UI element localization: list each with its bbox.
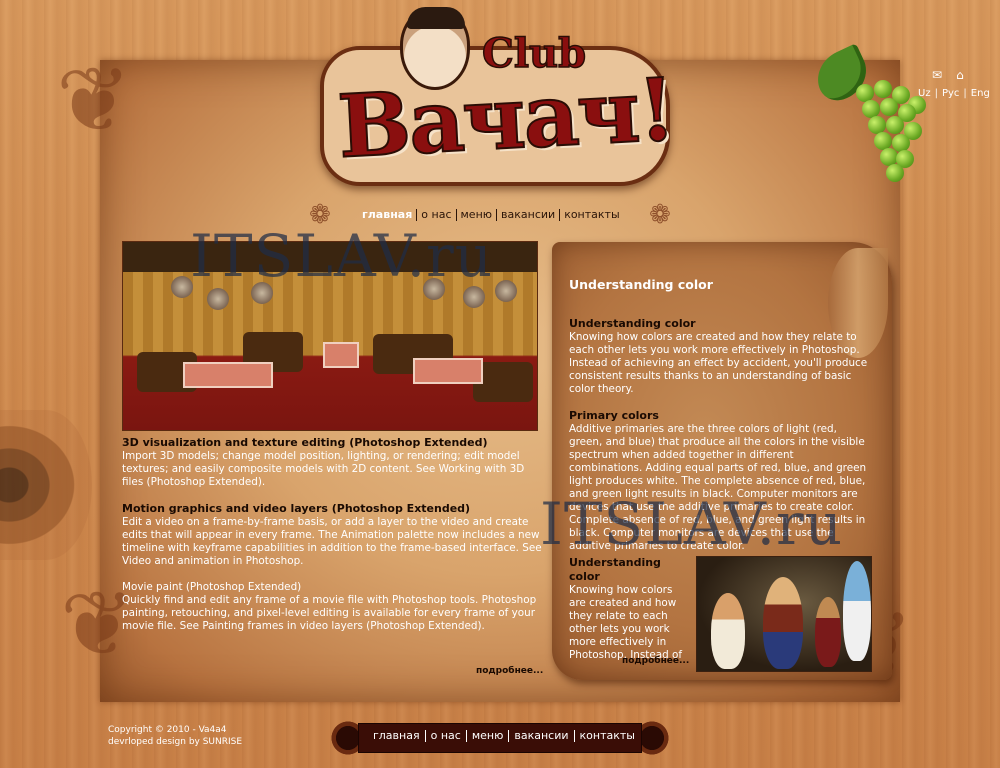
language-switcher: Uz | Рус | Eng	[918, 88, 990, 99]
footer-nav-about[interactable]: о нас	[426, 730, 467, 742]
grape	[886, 164, 904, 182]
top-icons: ✉ ⌂	[932, 68, 964, 82]
watermark-bottom: ITSLAV.ru	[540, 490, 844, 558]
lang-uz[interactable]: Uz	[918, 88, 931, 99]
footer-copyright: Copyright © 2010 - Va4a4 devrloped desig…	[108, 724, 242, 748]
section-body: Import 3D models; change model position,…	[122, 450, 525, 488]
wall-plate	[495, 280, 517, 302]
footer-nav-home[interactable]: главная	[368, 730, 426, 742]
grape	[874, 80, 892, 98]
section-body: Knowing how colors are created and how t…	[569, 331, 868, 395]
lang-ru[interactable]: Рус	[942, 88, 959, 99]
corner-ornament-top-left: ❦	[56, 48, 132, 153]
nav-item-contacts[interactable]: контакты	[560, 209, 623, 221]
section-body: Quickly find and edit any frame of a mov…	[122, 594, 537, 632]
nav-item-menu[interactable]: меню	[457, 209, 498, 221]
section-title: Motion graphics and video layers (Photos…	[122, 502, 471, 515]
section-body: Knowing how colors are created and how t…	[569, 584, 683, 661]
section-body: Edit a video on a frame-by-frame basis, …	[122, 516, 542, 567]
doll-figure	[763, 577, 803, 669]
grape	[880, 98, 898, 116]
dining-table	[183, 362, 273, 388]
grape	[886, 116, 904, 134]
dining-table	[323, 342, 359, 368]
lang-en[interactable]: Eng	[971, 88, 990, 99]
section-title: Understanding color	[569, 317, 696, 330]
credit-text: devrloped design by SUNRISE	[108, 737, 243, 747]
site-logo[interactable]: Club Вачач!	[312, 7, 680, 190]
footer-nav: главная о нас меню вакансии контакты	[328, 712, 672, 762]
copyright-text: Copyright © 2010 - Va4a4	[108, 725, 227, 735]
grapes-decoration	[808, 43, 928, 192]
footer-nav-vacancies[interactable]: вакансии	[509, 730, 575, 742]
footer-nav-menu[interactable]: меню	[467, 730, 510, 742]
doll-figure	[843, 561, 871, 661]
section-title: Primary colors	[569, 409, 659, 422]
wood-knot	[0, 410, 92, 560]
lang-separator: |	[963, 88, 967, 99]
doll-figure	[711, 593, 745, 669]
mail-icon[interactable]: ✉	[932, 68, 942, 82]
dolls-photo	[696, 556, 872, 672]
section-title: Understanding color	[569, 556, 661, 583]
right-bottom-block: Understanding color Knowing how colors a…	[569, 556, 687, 662]
lang-separator: |	[934, 88, 938, 99]
home-icon[interactable]: ⌂	[956, 68, 964, 82]
section-title-plain: Movie paint (Photoshop Extended)	[122, 581, 302, 593]
logo-title: Вачач!	[335, 58, 678, 178]
doll-figure	[815, 597, 841, 667]
watermark-top: ITSLAV.ru	[190, 222, 494, 290]
wall-plate	[207, 288, 229, 310]
nav-ornament-right-icon: ❁	[649, 200, 671, 230]
more-link-left[interactable]: подробнее...	[476, 666, 543, 676]
section-title: 3D visualization and texture editing (Ph…	[122, 436, 488, 449]
nav-item-about[interactable]: о нас	[417, 209, 457, 221]
left-content: 3D visualization and texture editing (Ph…	[122, 436, 542, 646]
dining-table	[413, 358, 483, 384]
nav-item-home[interactable]: главная	[358, 209, 418, 221]
right-heading: Understanding color	[569, 277, 713, 292]
footer-nav-contacts[interactable]: контакты	[575, 730, 640, 742]
nav-item-vacancies[interactable]: вакансии	[497, 209, 561, 221]
more-link-right[interactable]: подробнее...	[622, 656, 689, 666]
